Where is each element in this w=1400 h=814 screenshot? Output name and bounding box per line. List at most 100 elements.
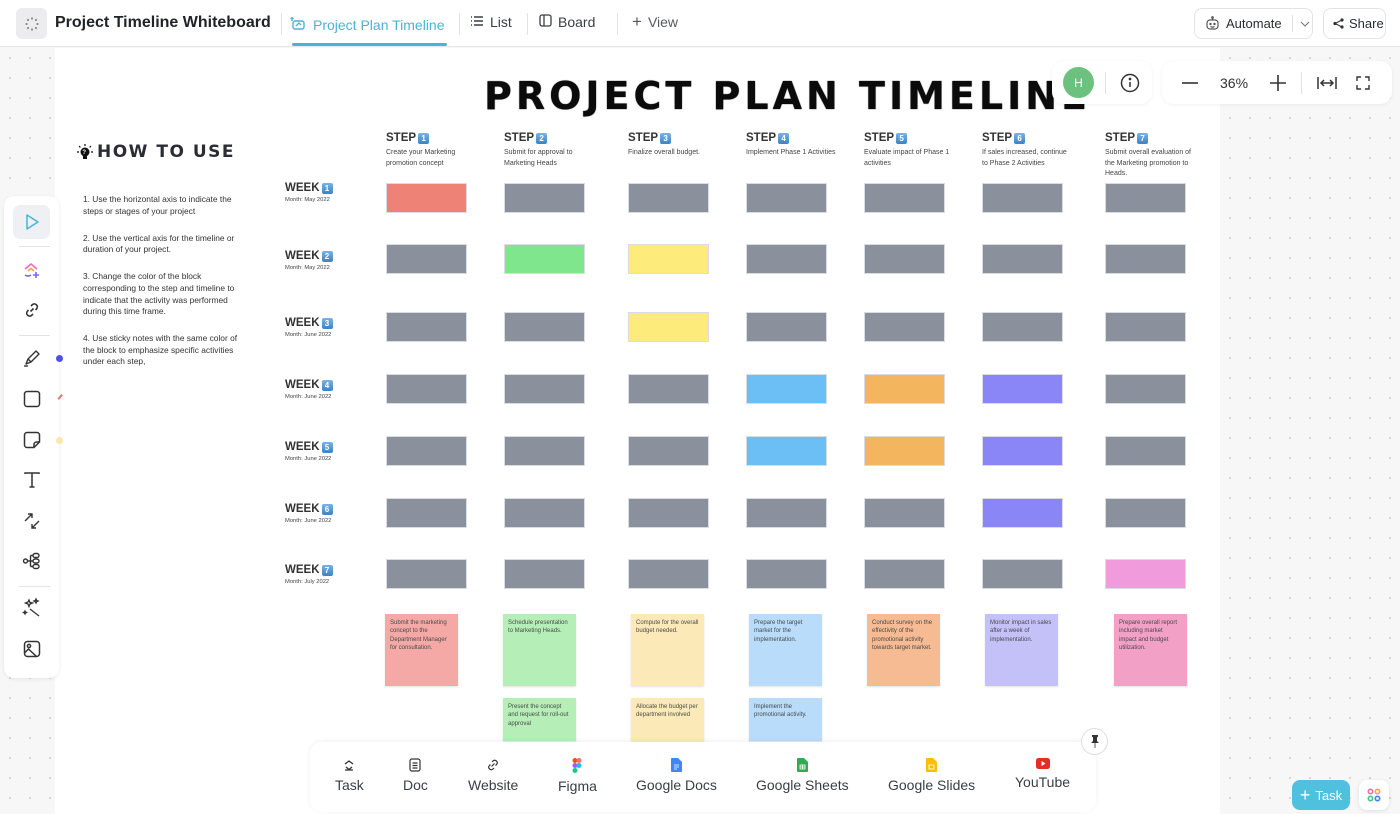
fit-width-icon[interactable] (1317, 76, 1337, 90)
timeline-block[interactable] (504, 374, 585, 404)
timeline-block[interactable] (386, 498, 467, 528)
timeline-block[interactable] (864, 312, 945, 342)
timeline-block[interactable] (864, 244, 945, 274)
timeline-block[interactable] (746, 183, 827, 213)
timeline-block[interactable] (628, 498, 709, 528)
timeline-block[interactable] (1105, 436, 1186, 466)
timeline-block[interactable] (982, 374, 1063, 404)
timeline-block[interactable] (982, 436, 1063, 466)
workspace-icon[interactable] (16, 8, 47, 39)
timeline-block[interactable] (746, 498, 827, 528)
timeline-block[interactable] (982, 559, 1063, 589)
timeline-block[interactable] (864, 498, 945, 528)
timeline-block[interactable] (386, 559, 467, 589)
embed-doc[interactable]: Doc (403, 758, 428, 793)
tab-list[interactable]: List (470, 14, 512, 30)
timeline-block[interactable] (504, 436, 585, 466)
add-task-button[interactable]: + Task (1292, 780, 1350, 810)
sticky-note-tool[interactable] (13, 423, 50, 457)
sticky-note[interactable]: Prepare the target market for the implem… (749, 614, 822, 686)
sticky-note[interactable]: Schedule presentation to Marketing Heads… (503, 614, 576, 686)
info-icon[interactable] (1120, 73, 1140, 93)
ai-tool[interactable] (13, 590, 50, 624)
timeline-block[interactable] (982, 183, 1063, 213)
pen-tool[interactable] (13, 341, 50, 375)
tab-project-plan-timeline[interactable]: Project Plan Timeline (289, 14, 445, 35)
timeline-block[interactable] (628, 559, 709, 589)
add-view-button[interactable]: + View (632, 13, 678, 30)
timeline-block[interactable] (386, 312, 467, 342)
how-to-use-heading: ? HOW TO USE (76, 142, 235, 162)
timeline-block[interactable] (628, 374, 709, 404)
timeline-block[interactable] (628, 436, 709, 466)
zoom-in-button[interactable] (1270, 74, 1287, 91)
sticky-note[interactable]: Present the concept and request for roll… (503, 698, 576, 741)
timeline-block[interactable] (864, 374, 945, 404)
timeline-block[interactable] (504, 183, 585, 213)
select-tool[interactable] (13, 205, 50, 239)
timeline-block[interactable] (1105, 498, 1186, 528)
timeline-block[interactable] (746, 244, 827, 274)
timeline-block[interactable] (504, 559, 585, 589)
avatar[interactable]: H (1063, 67, 1094, 98)
sticky-note[interactable]: Compute for the overall budget needed. (631, 614, 704, 686)
timeline-block[interactable] (386, 436, 467, 466)
timeline-block[interactable] (1105, 183, 1186, 213)
pin-button[interactable] (1081, 728, 1108, 755)
timeline-block[interactable] (386, 244, 467, 274)
sticky-note[interactable]: Monitor impact in sales after a week of … (985, 614, 1058, 686)
embed-google-docs[interactable]: Google Docs (636, 758, 717, 793)
tab-board[interactable]: Board (539, 14, 595, 30)
svg-text:?: ? (82, 150, 87, 156)
sticky-note[interactable]: Submit the marketing concept to the Depa… (385, 614, 458, 686)
connector-tool[interactable] (13, 504, 50, 538)
embed-figma[interactable]: Figma (558, 758, 597, 794)
timeline-block[interactable] (628, 312, 709, 342)
clickup-tool[interactable] (13, 253, 50, 287)
timeline-block[interactable] (1105, 244, 1186, 274)
fullscreen-icon[interactable] (1356, 75, 1370, 90)
timeline-block[interactable] (982, 312, 1063, 342)
timeline-block[interactable] (504, 312, 585, 342)
shape-tool[interactable] (13, 382, 50, 416)
embed-google-sheets[interactable]: Google Sheets (756, 758, 849, 793)
timeline-block[interactable] (746, 559, 827, 589)
text-tool[interactable] (13, 463, 50, 497)
sticky-note[interactable]: Implement the promotional activity. (749, 698, 822, 741)
timeline-block[interactable] (1105, 374, 1186, 404)
timeline-block[interactable] (864, 183, 945, 213)
automate-button[interactable]: Automate (1194, 8, 1313, 39)
timeline-block[interactable] (386, 374, 467, 404)
mindmap-tool[interactable] (13, 544, 50, 578)
timeline-block[interactable] (746, 312, 827, 342)
embed-website[interactable]: Website (468, 758, 518, 793)
timeline-block[interactable] (386, 183, 467, 213)
sticky-note[interactable]: Allocate the budget per department invol… (631, 698, 704, 741)
share-button[interactable]: Share (1323, 8, 1386, 39)
embed-google-slides[interactable]: Google Slides (888, 758, 975, 793)
timeline-block[interactable] (864, 436, 945, 466)
apps-button[interactable] (1359, 780, 1389, 810)
timeline-block[interactable] (504, 244, 585, 274)
link-tool[interactable] (13, 293, 50, 327)
sticky-note[interactable]: Prepare overall report including market … (1114, 614, 1187, 686)
whiteboard-title: PROJECT PLAN TIMELINE (484, 74, 1092, 118)
timeline-block[interactable] (746, 436, 827, 466)
timeline-block[interactable] (982, 244, 1063, 274)
embed-youtube[interactable]: YouTube (1015, 758, 1070, 790)
timeline-block[interactable] (504, 498, 585, 528)
zoom-out-button[interactable] (1182, 81, 1198, 84)
timeline-block[interactable] (628, 183, 709, 213)
timeline-block[interactable] (864, 559, 945, 589)
chevron-down-icon[interactable] (1300, 21, 1310, 27)
mindmap-icon (22, 552, 42, 570)
timeline-block[interactable] (1105, 559, 1186, 589)
timeline-block[interactable] (1105, 312, 1186, 342)
share-label: Share (1349, 16, 1384, 31)
timeline-block[interactable] (982, 498, 1063, 528)
embed-task[interactable]: Task (335, 758, 364, 793)
image-tool[interactable] (13, 632, 50, 666)
timeline-block[interactable] (628, 244, 709, 274)
timeline-block[interactable] (746, 374, 827, 404)
sticky-note[interactable]: Conduct survey on the effectivity of the… (867, 614, 940, 686)
